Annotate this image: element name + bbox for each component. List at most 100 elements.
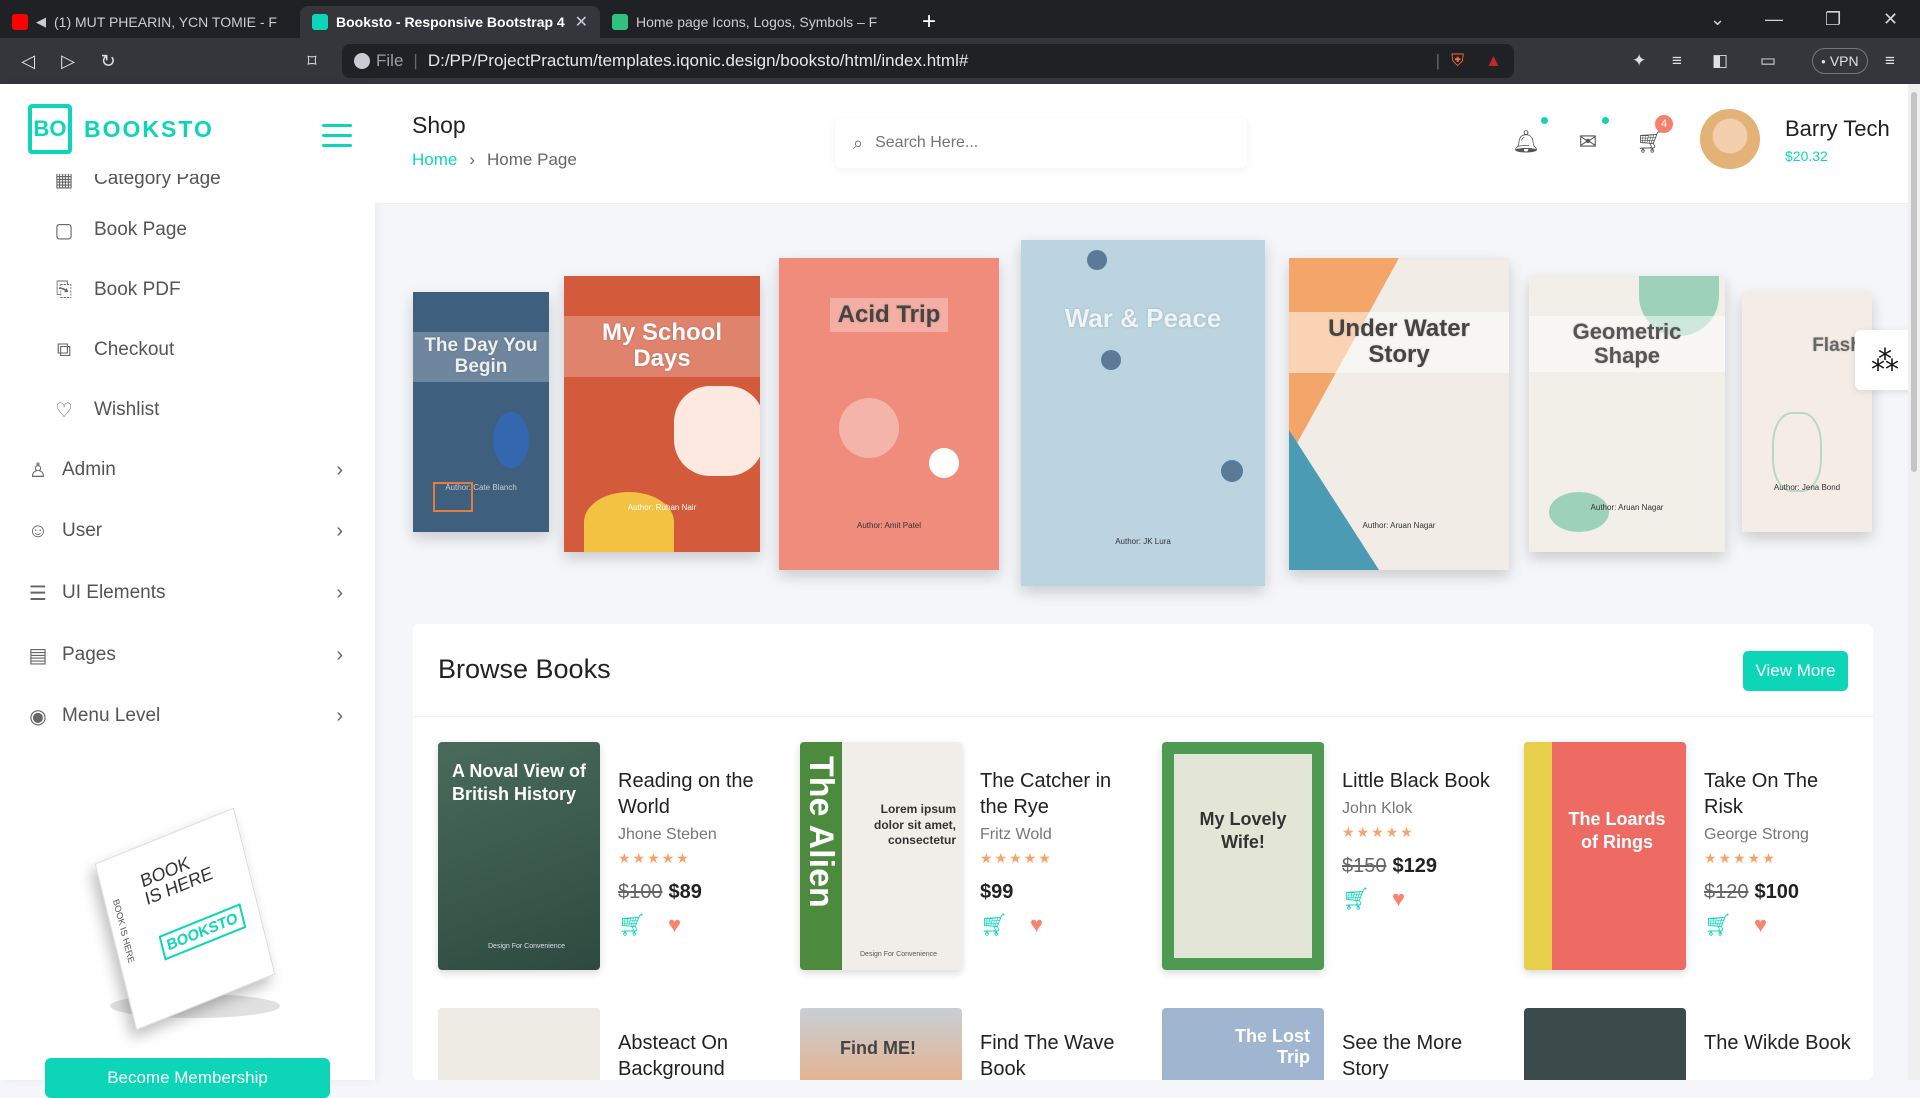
promo-logo: BOOKSTO xyxy=(158,903,246,961)
browser-tab-youtube[interactable]: ◀ (1) MUT PHEARIN, YCN TOMIE - F xyxy=(0,6,300,38)
book-card[interactable]: The Loards of Rings Take On The Risk Geo… xyxy=(1524,742,1864,972)
chevron-right-icon: › xyxy=(336,704,343,727)
brave-shield-icon[interactable]: ⛨ xyxy=(1451,51,1464,71)
admin-icon: ♙ xyxy=(29,459,47,482)
app-logo[interactable]: BO BOOKSTO xyxy=(28,104,214,154)
carousel-book[interactable]: War & Peace Author: JK Lura xyxy=(1021,240,1265,586)
mail-icon[interactable]: ✉ xyxy=(1573,129,1603,159)
sidebar-item-wishlist[interactable]: ♡ Wishlist xyxy=(0,385,375,435)
book-card[interactable]: My Lovely Wife! Little Black Book John K… xyxy=(1162,742,1502,972)
new-tab-button[interactable]: + xyxy=(910,6,950,38)
url-field[interactable]: File | D:/PP/ProjectPractum/templates.iq… xyxy=(342,44,1514,78)
book-title[interactable]: Take On The Risk xyxy=(1704,768,1854,820)
minimize-icon[interactable]: — xyxy=(1765,0,1783,38)
book-cover[interactable] xyxy=(438,1008,600,1080)
add-to-cart-icon[interactable]: 🛒︎ xyxy=(1704,912,1732,938)
book-card[interactable]: The Lost Trip See the More Story xyxy=(1162,1008,1502,1080)
hamburger-menu-icon[interactable] xyxy=(322,124,352,154)
wishlist-heart-icon[interactable]: ♥ xyxy=(1030,912,1043,938)
book-card[interactable]: A Noval View of British History Design F… xyxy=(438,742,778,972)
sidebar-item-category-page[interactable]: ▦ Category Page xyxy=(0,174,375,204)
tab-title: Home page Icons, Logos, Symbols – F xyxy=(636,14,878,30)
notifications-bell-icon[interactable]: 🔔︎ xyxy=(1511,129,1541,159)
wallet-icon[interactable]: ▭ xyxy=(1760,38,1776,84)
back-icon[interactable]: ◁ xyxy=(8,51,48,72)
add-to-cart-icon[interactable]: 🛒︎ xyxy=(980,912,1008,938)
tab-search-chevron-icon[interactable]: ⌄ xyxy=(1710,0,1725,38)
playlist-icon[interactable]: ≡ xyxy=(1672,38,1682,84)
cart-icon[interactable]: 🛒︎ xyxy=(1635,129,1665,159)
book-cover[interactable] xyxy=(1524,1008,1686,1080)
book-title[interactable]: Find The Wave Book xyxy=(980,1030,1140,1080)
icons-favicon-icon xyxy=(612,14,628,30)
sidebar-item-label: Pages xyxy=(62,644,116,665)
view-more-button[interactable]: View More xyxy=(1743,651,1848,691)
wishlist-heart-icon[interactable]: ♥ xyxy=(1392,886,1405,912)
sidebar-item-book-pdf[interactable]: ⎘ Book PDF xyxy=(0,265,375,315)
book-cover[interactable]: The Loards of Rings xyxy=(1524,742,1686,970)
extensions-icon[interactable]: ✦ xyxy=(1632,38,1646,84)
avatar[interactable] xyxy=(1700,109,1760,169)
add-to-cart-icon[interactable]: 🛒︎ xyxy=(618,912,646,938)
close-tab-icon[interactable]: ✕ xyxy=(575,12,588,32)
bookmark-icon[interactable]: ⌑ xyxy=(292,51,332,72)
browser-tab-icons[interactable]: Home page Icons, Logos, Symbols – F xyxy=(600,6,910,38)
top-bar: Shop Home › Home Page ⌕ 🔔︎ ✉ 🛒︎ 4 Barry … xyxy=(375,84,1920,204)
wishlist-heart-icon[interactable]: ♥ xyxy=(1754,912,1767,938)
carousel-book-title: Acid Trip xyxy=(829,298,949,333)
book-title[interactable]: Little Black Book xyxy=(1342,768,1492,794)
sidebar-item-menu-level[interactable]: ◉ Menu Level › xyxy=(0,691,375,741)
book-card[interactable]: Find ME! Find The Wave Book xyxy=(800,1008,1140,1080)
book-title[interactable]: Reading on the World xyxy=(618,768,768,820)
wishlist-heart-icon[interactable]: ♥ xyxy=(668,912,681,938)
forward-icon[interactable]: ▷ xyxy=(48,51,88,72)
brave-rewards-icon[interactable]: ▲ xyxy=(1485,51,1502,71)
page-scrollbar[interactable] xyxy=(1908,84,1920,1080)
book-cover[interactable]: The Lost Trip xyxy=(1162,1008,1324,1080)
book-card[interactable]: Absteact On Background xyxy=(438,1008,778,1080)
sidebar-item-user[interactable]: ☺ User › xyxy=(0,506,375,556)
book-cover[interactable]: My Lovely Wife! xyxy=(1162,742,1324,970)
sidebar-item-admin[interactable]: ♙ Admin › xyxy=(0,445,375,495)
carousel-book[interactable]: Acid Trip Author: Amit Patel xyxy=(779,258,999,570)
carousel-book[interactable]: My School Days Author: Ruhan Nair xyxy=(564,276,760,552)
vpn-button[interactable]: ● VPN xyxy=(1812,48,1868,74)
book-cover[interactable]: The Alien Lorem ipsum dolor sit amet, co… xyxy=(800,742,962,970)
sidebar-item-book-page[interactable]: ▢ Book Page xyxy=(0,205,375,255)
book-cover[interactable]: Find ME! xyxy=(800,1008,962,1080)
close-window-icon[interactable]: ✕ xyxy=(1883,0,1898,38)
carousel-book[interactable]: Under Water Story Author: Aruan Nagar xyxy=(1289,258,1509,570)
book-title[interactable]: Absteact On Background xyxy=(618,1030,778,1080)
address-bar: ◁ ▷ ↻ ⌑ File | D:/PP/ProjectPractum/temp… xyxy=(0,38,1920,84)
browser-menu-icon[interactable]: ≡ xyxy=(1885,38,1895,84)
book-cover-title: Find ME! xyxy=(840,1038,916,1058)
sidebar-toggle-icon[interactable]: ◧ xyxy=(1712,38,1728,84)
sidebar-item-checkout[interactable]: ⧉ Checkout xyxy=(0,325,375,375)
become-membership-button[interactable]: Become Membership xyxy=(45,1058,330,1098)
book-cover-title: My Lovely Wife! xyxy=(1199,809,1287,852)
add-to-cart-icon[interactable]: 🛒︎ xyxy=(1342,886,1370,912)
sidebar-item-ui-elements[interactable]: ☰ UI Elements › xyxy=(0,568,375,618)
search-input[interactable] xyxy=(875,134,1176,152)
carousel-book[interactable]: The Day You Begin Author: Cate Blanch xyxy=(413,292,549,532)
reload-icon[interactable]: ↻ xyxy=(88,51,128,72)
carousel-book-author: Author: Ruhan Nair xyxy=(627,503,697,512)
book-cover[interactable]: A Noval View of British History Design F… xyxy=(438,742,600,970)
url-text: D:/PP/ProjectPractum/templates.iqonic.de… xyxy=(427,51,969,70)
browser-tab-booksto[interactable]: Booksto - Responsive Bootstrap 4 ✕ xyxy=(300,6,600,38)
user-name[interactable]: Barry Tech xyxy=(1785,116,1890,142)
current-price: $99 xyxy=(980,881,1014,903)
book-title[interactable]: See the More Story xyxy=(1342,1030,1502,1080)
book-card[interactable]: The Alien Lorem ipsum dolor sit amet, co… xyxy=(800,742,1140,972)
carousel-book[interactable]: Geometric Shape Author: Aruan Nagar xyxy=(1529,276,1725,552)
breadcrumb-home-link[interactable]: Home xyxy=(412,150,457,170)
book-title[interactable]: The Wikde Book xyxy=(1704,1030,1864,1056)
info-icon[interactable] xyxy=(354,53,370,69)
book-title[interactable]: The Catcher in the Rye xyxy=(980,768,1130,820)
search-bar: ⌕ xyxy=(835,118,1247,168)
book-card[interactable]: The Wikde Book xyxy=(1524,1008,1864,1080)
sidebar-item-pages[interactable]: ▤ Pages › xyxy=(0,630,375,680)
search-icon: ⌕ xyxy=(853,132,864,153)
restore-icon[interactable]: ❐ xyxy=(1825,0,1841,38)
carousel-book[interactable]: Flash Author: Jena Bond xyxy=(1742,292,1872,532)
